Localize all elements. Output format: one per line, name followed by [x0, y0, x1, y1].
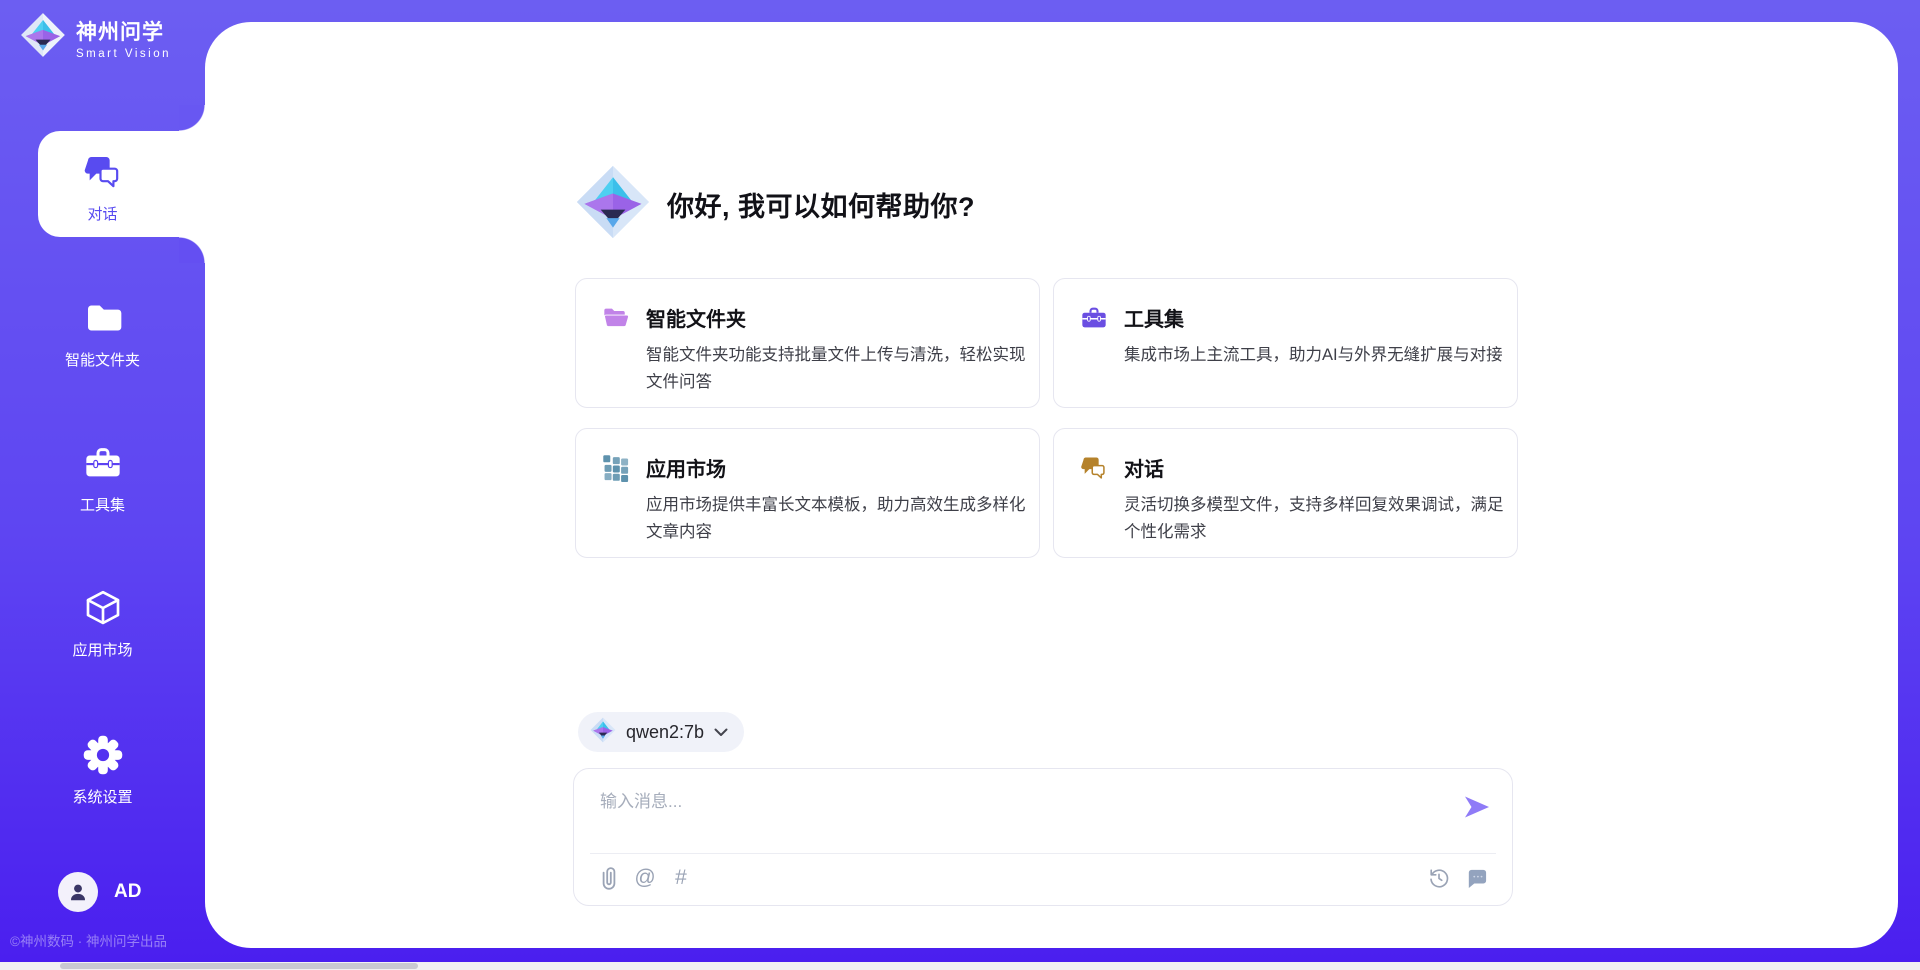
sidebar-nav-label: 对话 — [87, 203, 117, 224]
sidebar-nav-label: 系统设置 — [72, 786, 132, 807]
model-selector[interactable]: qwen2:7b — [578, 712, 744, 752]
sidebar-nav-item[interactable]: 应用市场 — [0, 586, 205, 660]
feature-card-title: 对话 — [1124, 453, 1164, 482]
sidebar-nav-item[interactable]: 工具集 — [0, 441, 205, 515]
brand-subtitle: Smart Vision — [76, 48, 171, 60]
app-window: 神州问学 Smart Vision 对话 智能文件夹 — [0, 0, 1920, 970]
feature-card-description: 集成市场上主流工具，助力AI与外界无缝扩展与对接 — [1124, 342, 1504, 369]
feature-card[interactable]: 对话 灵活切换多模型文件，支持多样回复效果调试，满足个性化需求 — [1053, 428, 1518, 558]
sidebar-nav-icon — [81, 150, 125, 194]
feature-card-description: 智能文件夹功能支持批量文件上传与清洗，轻松实现文件问答 — [646, 342, 1026, 395]
hash-icon[interactable]: # — [668, 865, 694, 891]
comment-icon[interactable] — [1464, 865, 1490, 891]
feature-card-icon — [1080, 454, 1108, 482]
user-profile[interactable]: AD — [58, 872, 141, 912]
feature-card[interactable]: 智能文件夹 智能文件夹功能支持批量文件上传与清洗，轻松实现文件问答 — [575, 278, 1040, 408]
brand-name: 神州问学 — [76, 16, 171, 46]
horizontal-scrollbar — [0, 962, 1920, 970]
feature-cards: 智能文件夹 智能文件夹功能支持批量文件上传与清洗，轻松实现文件问答 工具集 集成… — [575, 278, 1520, 558]
model-gem-icon — [590, 717, 616, 748]
greeting: 你好, 我可以如何帮助你? — [575, 164, 975, 245]
composer-toolbar: @ # — [596, 865, 1490, 891]
brand-gem-icon — [20, 12, 66, 63]
composer-divider — [590, 853, 1496, 854]
sidebar-nav-label: 应用市场 — [72, 639, 132, 660]
greeting-title: 你好, 我可以如何帮助你? — [667, 185, 975, 224]
sidebar-nav-item[interactable]: 智能文件夹 — [0, 296, 205, 370]
horizontal-scrollbar-thumb[interactable] — [60, 963, 418, 969]
feature-card-title: 工具集 — [1124, 303, 1184, 332]
message-composer: @ # — [573, 768, 1513, 906]
avatar — [58, 872, 98, 912]
sidebar-nav-label: 工具集 — [80, 494, 125, 515]
message-input[interactable] — [598, 785, 1442, 847]
feature-card[interactable]: 工具集 集成市场上主流工具，助力AI与外界无缝扩展与对接 — [1053, 278, 1518, 408]
sidebar-nav-icon — [81, 441, 125, 485]
attachment-icon[interactable] — [596, 865, 622, 891]
active-nav-fillet-top — [179, 105, 205, 131]
greeting-gem-icon — [575, 164, 651, 245]
brand: 神州问学 Smart Vision — [20, 12, 171, 63]
history-icon[interactable] — [1426, 865, 1452, 891]
sidebar-nav-item[interactable]: 对话 — [0, 150, 205, 224]
main-content: 你好, 我可以如何帮助你? 智能文件夹 智能文件夹功能支持批量文件上传与清洗，轻… — [205, 22, 1898, 948]
feature-card[interactable]: 应用市场 应用市场提供丰富长文本模板，助力高效生成多样化文章内容 — [575, 428, 1040, 558]
feature-card-description: 灵活切换多模型文件，支持多样回复效果调试，满足个性化需求 — [1124, 492, 1504, 545]
feature-card-title: 智能文件夹 — [646, 303, 746, 332]
user-initials: AD — [114, 881, 141, 903]
at-icon[interactable]: @ — [632, 865, 658, 891]
sidebar-nav-item[interactable]: 系统设置 — [0, 733, 205, 807]
sidebar-nav-icon — [81, 586, 125, 630]
copyright-footer: ©神州数码 · 神州问学出品 — [10, 930, 167, 950]
sidebar-nav-icon — [81, 296, 125, 340]
sidebar-nav-icon — [81, 733, 125, 777]
feature-card-icon — [602, 454, 630, 482]
feature-card-icon — [1080, 304, 1108, 332]
model-name: qwen2:7b — [626, 722, 704, 743]
sidebar: 神州问学 Smart Vision 对话 智能文件夹 — [0, 0, 205, 970]
person-icon — [66, 880, 90, 904]
feature-card-description: 应用市场提供丰富长文本模板，助力高效生成多样化文章内容 — [646, 492, 1026, 545]
feature-card-title: 应用市场 — [646, 453, 726, 482]
send-icon[interactable] — [1464, 795, 1490, 819]
active-nav-fillet-bottom — [179, 237, 205, 263]
feature-card-icon — [602, 304, 630, 332]
chevron-down-icon — [714, 728, 728, 737]
sidebar-nav-label: 智能文件夹 — [65, 349, 140, 370]
